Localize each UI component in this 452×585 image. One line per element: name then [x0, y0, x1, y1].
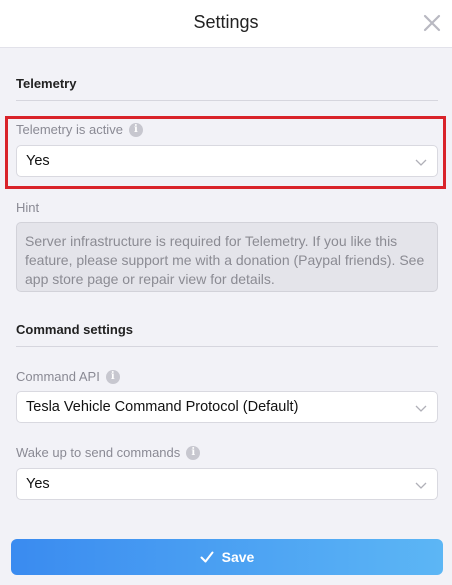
section-divider [16, 346, 438, 347]
checkmark-icon [200, 551, 214, 563]
telemetry-active-value: Yes [26, 153, 50, 169]
command-api-select[interactable]: Tesla Vehicle Command Protocol (Default) [16, 391, 438, 423]
chevron-down-icon [415, 405, 427, 412]
info-icon[interactable]: i [128, 122, 143, 137]
telemetry-active-label: Telemetry is active i [16, 122, 143, 137]
info-icon[interactable]: i [105, 369, 120, 384]
wake-up-label: Wake up to send commands i [16, 445, 201, 460]
telemetry-active-select[interactable]: Yes [16, 145, 438, 177]
chevron-down-icon [415, 482, 427, 489]
info-icon[interactable]: i [186, 445, 201, 460]
hint-label: Hint [16, 200, 39, 215]
section-title-command-settings: Command settings [16, 322, 134, 337]
telemetry-active-label-text: Telemetry is active [16, 122, 123, 137]
modal-header: Settings [0, 0, 452, 48]
wake-up-select[interactable]: Yes [16, 468, 438, 500]
wake-up-label-text: Wake up to send commands [16, 445, 181, 460]
section-divider [16, 100, 438, 101]
save-button-label: Save [221, 549, 255, 565]
wake-up-value: Yes [26, 476, 50, 492]
command-api-value: Tesla Vehicle Command Protocol (Default) [26, 399, 299, 415]
save-button[interactable]: Save [11, 539, 443, 575]
hint-label-text: Hint [16, 200, 40, 215]
command-api-label-text: Command API [16, 369, 100, 384]
settings-content: Telemetry Telemetry is active i Yes Hint… [0, 48, 452, 585]
close-icon[interactable] [420, 11, 444, 35]
hint-textbox: Server infrastructure is required for Te… [16, 222, 438, 292]
page-title: Settings [193, 12, 259, 32]
chevron-down-icon [415, 159, 427, 166]
command-api-label: Command API i [16, 369, 120, 384]
section-title-telemetry: Telemetry [16, 76, 77, 91]
